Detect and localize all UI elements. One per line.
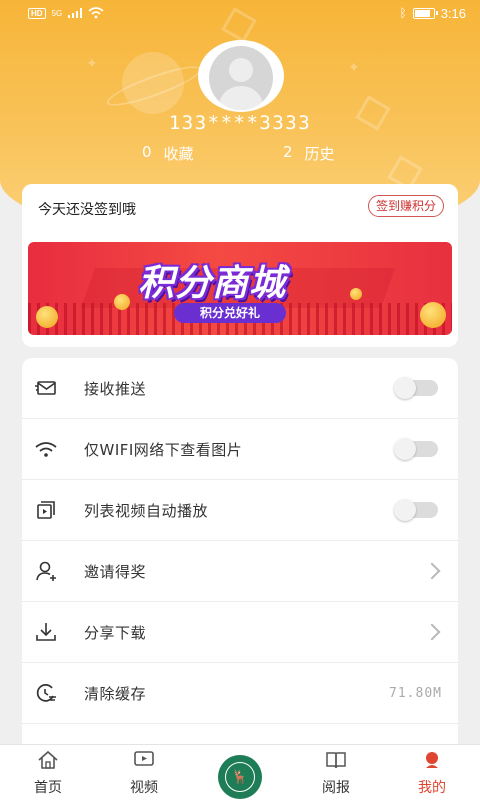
chevron-right-icon [423,562,441,580]
menu-item-label: 清除缓存 [84,684,147,703]
signin-button[interactable]: 签到赚积分 [367,195,444,217]
autoplay-toggle[interactable] [394,499,438,521]
tab-label: 首页 [34,780,62,796]
wifi-images-toggle[interactable] [394,438,438,460]
coin-icon [114,294,130,310]
tab-label: 阅报 [322,780,350,796]
status-bar: HD 5G ᛒ 3:16 [0,0,480,26]
settings-menu: 接收推送 仅WIFI网络下查看图片 列表视频自动播放 邀请得奖 分享下载 清除缓 [22,358,458,758]
signal-icon [68,8,83,18]
menu-item-autoplay[interactable]: 列表视频自动播放 [22,480,458,541]
bluetooth-icon: ᛒ [399,6,407,20]
bottom-tab-bar: 首页 视频 🦌 阅报 我的 [0,744,480,800]
wifi-icon [35,438,57,460]
favorites-stat[interactable]: 0 收藏 [142,143,194,164]
menu-item-label: 接收推送 [84,379,147,398]
banner-title: 积分商城 [138,263,287,304]
points-mall-banner[interactable]: 积分商城 积分兑好礼 [28,242,452,335]
menu-item-invite[interactable]: 邀请得奖 [22,541,458,602]
signin-card: 今天还没签到哦 签到赚积分 积分商城 积分兑好礼 [22,184,458,347]
coin-icon [36,306,58,328]
battery-level [414,9,430,17]
decor-star: ✦ [86,56,98,72]
decor-star: ✦ [348,60,360,76]
user-phone[interactable]: 133****3333 [0,112,480,134]
tab-label: 视频 [130,780,158,796]
battery-icon [412,7,438,19]
coin-icon [350,288,362,300]
menu-item-share[interactable]: 分享下载 [22,602,458,663]
coin-icon [420,302,446,328]
history-label: 历史 [304,145,335,163]
chevron-right-icon [423,623,441,641]
download-icon [35,621,57,643]
favorites-label: 收藏 [163,145,194,163]
status-time: 3:16 [440,5,466,21]
network-type: 5G [51,8,63,18]
cache-size: 71.80M [389,685,442,701]
menu-item-clear-cache[interactable]: 清除缓存 71.80M [22,663,458,724]
tab-newspaper[interactable]: 阅报 [296,745,376,800]
center-logo-icon: 🦌 [225,762,255,792]
center-logo-button[interactable]: 🦌 [218,755,262,799]
video-icon [104,750,184,774]
tab-profile[interactable]: 我的 [392,745,472,800]
profile-icon [392,750,472,774]
signin-status-text: 今天还没签到哦 [38,202,136,218]
menu-item-label: 列表视频自动播放 [84,501,209,520]
video-play-icon [35,499,57,521]
default-avatar-icon [209,46,273,110]
wifi-status-icon [88,7,104,19]
tab-video[interactable]: 视频 [104,745,184,800]
favorites-count: 0 [142,143,152,161]
envelope-icon [35,377,57,399]
menu-item-label: 仅WIFI网络下查看图片 [84,440,243,459]
history-count: 2 [283,143,293,161]
tab-home[interactable]: 首页 [8,745,88,800]
push-toggle[interactable] [394,377,438,399]
newspaper-icon [296,750,376,774]
user-add-icon [35,560,57,582]
menu-item-wifi-images[interactable]: 仅WIFI网络下查看图片 [22,419,458,480]
hd-badge: HD [28,7,46,19]
menu-item-push[interactable]: 接收推送 [22,358,458,419]
avatar[interactable] [198,40,284,112]
menu-item-label: 分享下载 [84,623,147,642]
home-icon [8,750,88,774]
clear-cache-icon [35,682,57,704]
history-stat[interactable]: 2 历史 [283,143,335,164]
decor-planet [122,52,184,114]
tab-label: 我的 [418,780,446,796]
menu-item-label: 邀请得奖 [84,562,147,581]
banner-subtitle: 积分兑好礼 [174,303,287,323]
